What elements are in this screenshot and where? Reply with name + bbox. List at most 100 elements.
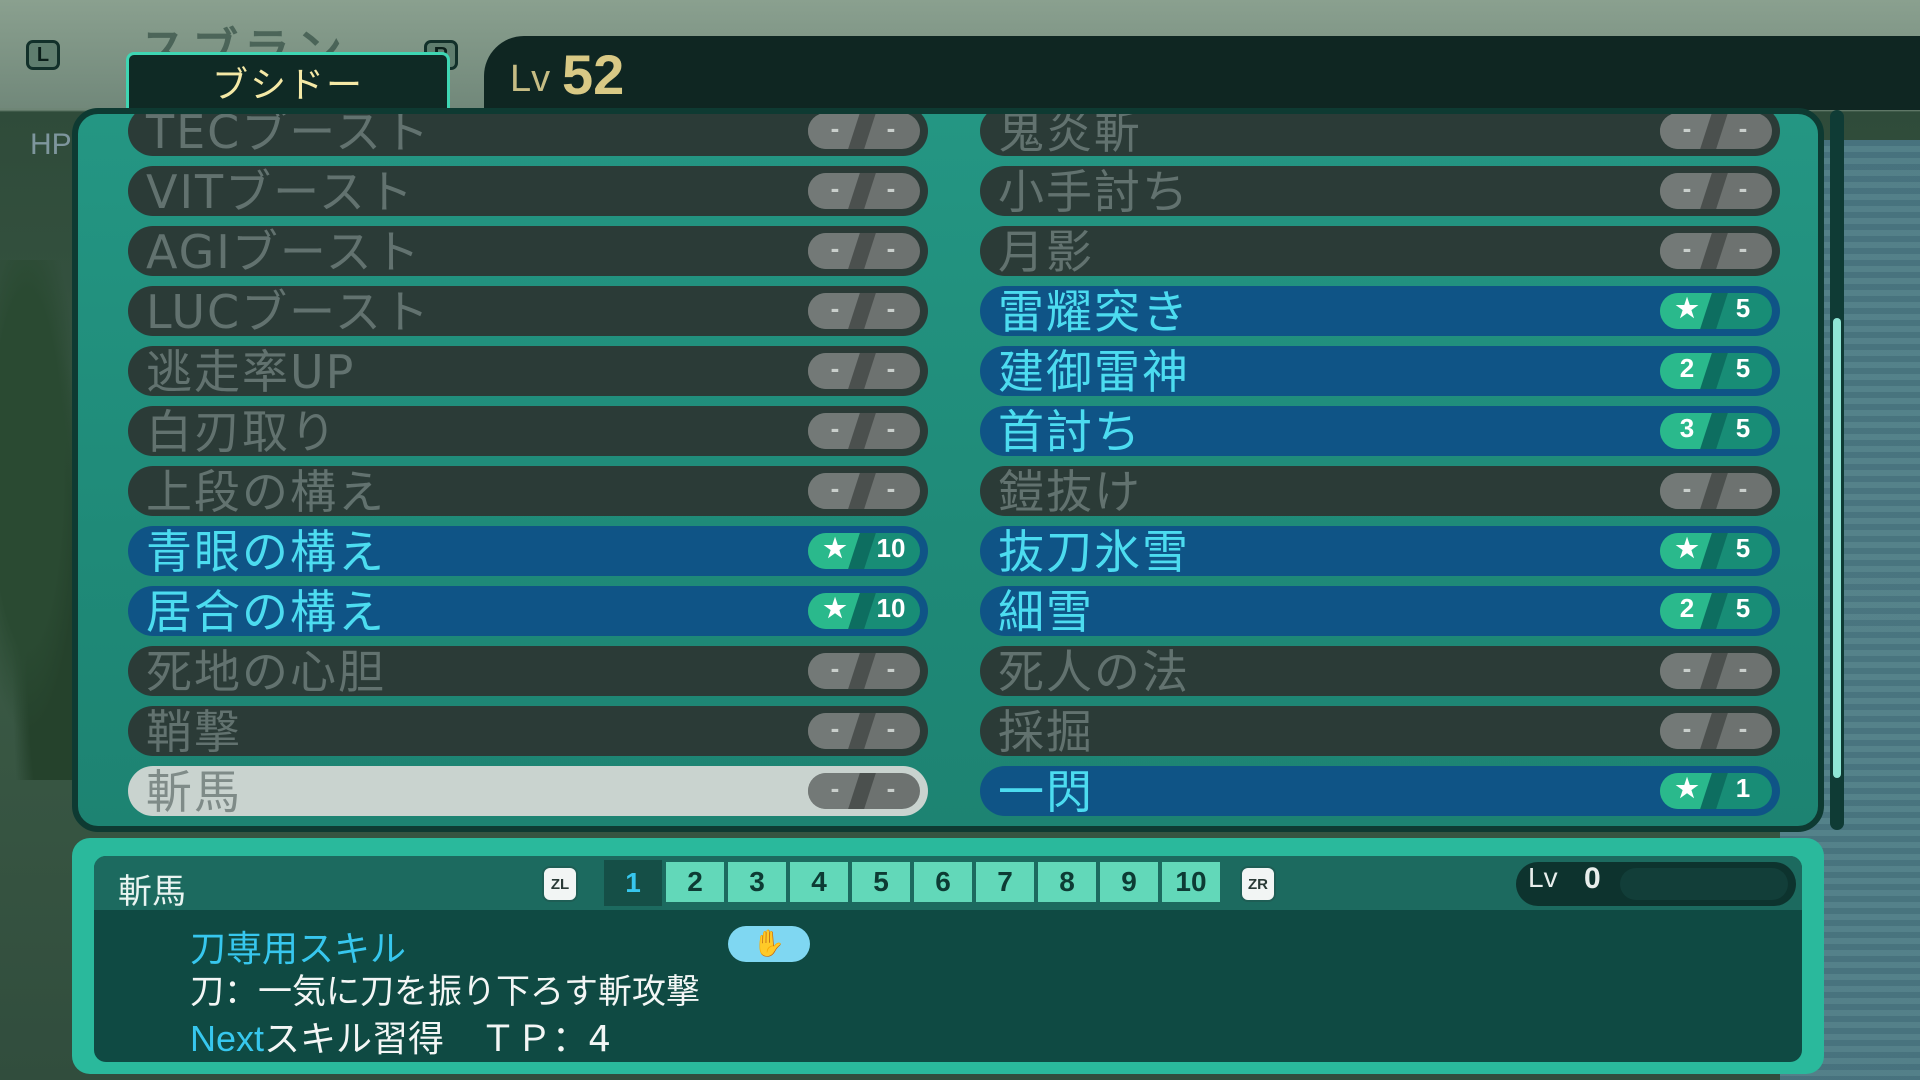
skill-level-pill: -- — [1660, 173, 1772, 209]
skill-name: 白刃取り — [146, 405, 338, 459]
skill-level-pill: -- — [808, 113, 920, 149]
l-button-icon[interactable]: L — [26, 40, 60, 70]
skill-level-pill: -- — [1660, 113, 1772, 149]
skill-row[interactable]: 一閃 ★ 1 — [980, 766, 1780, 818]
skill-row[interactable]: 逃走率UP - - — [128, 345, 928, 399]
skill-level-pill: 25 — [1660, 353, 1772, 389]
level-tab-10[interactable]: 10 — [1162, 862, 1220, 902]
skill-row[interactable]: 抜刀氷雪 ★ 5 — [980, 525, 1780, 579]
next-level-info: Nextスキル習得 ＴＰ：4 — [190, 1010, 611, 1062]
skill-name: 逃走率UP — [146, 345, 356, 399]
skill-row[interactable]: 建御雷神 2 5 — [980, 346, 1780, 398]
zl-button-icon[interactable]: ZL — [542, 866, 578, 902]
skill-name: 月影 — [998, 225, 1094, 279]
skill-name: 鎧抜け — [998, 465, 1142, 519]
skill-level-pill: -- — [808, 653, 920, 689]
skill-name: 雷耀突き — [998, 285, 1190, 339]
skill-level-pill: ★ 1 — [1660, 773, 1772, 809]
skill-max-level: - — [886, 413, 896, 443]
skill-row[interactable]: 小手討ち - - — [980, 165, 1780, 219]
skill-max-level: - — [886, 353, 896, 383]
skill-row[interactable]: 鞘撃 - - — [128, 705, 928, 759]
level-tab-4[interactable]: 4 — [790, 862, 848, 902]
skill-max-level: 5 — [1735, 353, 1751, 383]
level-tab-1[interactable]: 1 — [604, 860, 662, 906]
skill-max-level: - — [886, 173, 896, 203]
skill-max-level: - — [886, 113, 896, 143]
level-value: 52 — [562, 43, 625, 106]
skill-level-pill: ★ 5 — [1660, 533, 1772, 569]
skill-max-level: 5 — [1735, 293, 1751, 323]
level-panel: Lv 52 — [484, 36, 1920, 110]
skill-row[interactable]: 雷耀突き ★ 5 — [980, 285, 1780, 339]
skill-level-pill: -- — [808, 773, 920, 809]
skill-level-pill: -- — [808, 413, 920, 449]
skill-name: AGIブースト — [146, 225, 422, 279]
skill-name: 抜刀氷雪 — [998, 525, 1190, 579]
skill-max-level: - — [1738, 233, 1748, 263]
skill-row[interactable]: 月影 - - — [980, 225, 1780, 279]
level-tab-2[interactable]: 2 — [666, 862, 724, 902]
skill-row[interactable]: 鎧抜け - - — [980, 465, 1780, 519]
skill-max-level: - — [1738, 473, 1748, 503]
skill-tree-panel: TECブースト - - VITブースト - - AGIブースト - - LUCブースト - - 逃走率U… — [72, 108, 1824, 832]
skill-row[interactable]: 死人の法 - - — [980, 646, 1780, 698]
skill-level-box: Lv 0 — [1516, 862, 1796, 906]
skill-max-level: - — [1738, 173, 1748, 203]
skill-max-level: 5 — [1735, 533, 1751, 563]
skill-max-level: - — [886, 653, 896, 683]
skill-name: 鞘撃 — [146, 705, 242, 759]
skill-max-level: 5 — [1735, 593, 1751, 623]
skill-level-pill: -- — [1660, 653, 1772, 689]
skill-max-level: - — [886, 473, 896, 503]
skill-row[interactable]: 鬼炎斬 - - — [980, 113, 1780, 158]
skill-level-pill: 25 — [1660, 593, 1772, 629]
skill-level-pill: -- — [808, 353, 920, 389]
skill-level-pill: -- — [808, 173, 920, 209]
skill-row[interactable]: 居合の構え ★ 10 — [128, 586, 928, 638]
zr-button-icon[interactable]: ZR — [1240, 866, 1276, 902]
skill-name: 上段の構え — [146, 465, 386, 519]
skill-max-level: - — [1738, 653, 1748, 683]
skill-level-pill: -- — [808, 293, 920, 329]
skill-row[interactable]: 斬馬 - - — [128, 766, 928, 818]
skill-row[interactable]: AGIブースト - - — [128, 225, 928, 279]
level-tab-3[interactable]: 3 — [728, 862, 786, 902]
level-tab-7[interactable]: 7 — [976, 862, 1034, 902]
skill-max-level: - — [1738, 713, 1748, 743]
skill-max-level: 10 — [876, 593, 906, 623]
skill-level-pill: -- — [1660, 233, 1772, 269]
skill-row[interactable]: TECブースト - - — [128, 113, 928, 158]
skill-column-left: TECブースト - - VITブースト - - AGIブースト - - LUCブースト - - 逃走率U… — [128, 113, 928, 826]
level-tab-6[interactable]: 6 — [914, 862, 972, 902]
skill-row[interactable]: 上段の構え - - — [128, 465, 928, 519]
next-cost: スキル習得 ＴＰ：4 — [264, 1019, 611, 1060]
level-tab-5[interactable]: 5 — [852, 862, 910, 902]
level-tabs: 1 2 3 4 5 6 7 8 9 10 — [604, 860, 1224, 906]
class-tab[interactable]: ブシドー — [126, 52, 450, 108]
skill-max-level: 5 — [1735, 413, 1751, 443]
skill-level-pill: -- — [808, 473, 920, 509]
skill-name: 死地の心胆 — [146, 645, 386, 699]
scrollbar-thumb[interactable] — [1833, 318, 1841, 778]
skill-name: 青眼の構え — [146, 525, 386, 579]
skill-row[interactable]: LUCブースト - - — [128, 285, 928, 339]
skill-name: VITブースト — [146, 165, 415, 219]
skill-row[interactable]: 細雪 2 5 — [980, 585, 1780, 639]
skill-row[interactable]: 首討ち 3 5 — [980, 406, 1780, 458]
skill-row[interactable]: 採掘 - - — [980, 706, 1780, 758]
skill-row[interactable]: VITブースト - - — [128, 165, 928, 219]
skill-row[interactable]: 死地の心胆 - - — [128, 645, 928, 699]
skill-name: 細雪 — [998, 585, 1094, 639]
skill-max-level: - — [1738, 113, 1748, 143]
skill-name: LUCブースト — [146, 285, 431, 339]
skill-max-level: - — [886, 713, 896, 743]
level-tab-9[interactable]: 9 — [1100, 862, 1158, 902]
skill-row[interactable]: 白刃取り - - — [128, 405, 928, 459]
hand-icon: ✋ — [728, 926, 810, 962]
skill-name: 小手討ち — [998, 165, 1190, 219]
skill-max-level: - — [886, 233, 896, 263]
next-label: Next — [190, 1018, 265, 1059]
skill-row[interactable]: 青眼の構え ★ 10 — [128, 525, 928, 579]
level-tab-8[interactable]: 8 — [1038, 862, 1096, 902]
